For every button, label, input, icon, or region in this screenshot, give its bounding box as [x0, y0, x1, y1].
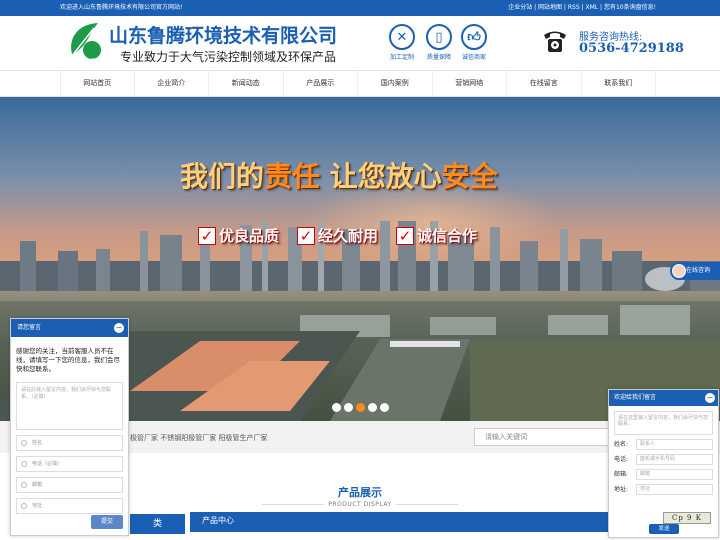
nav-cases[interactable]: 国内案例: [358, 71, 433, 96]
nav-contact[interactable]: 联系我们: [582, 71, 656, 96]
address-row: 地址: 地址: [614, 484, 713, 495]
nav-network[interactable]: 营销网络: [433, 71, 507, 96]
slide-dot-1[interactable]: [332, 403, 341, 412]
slide-dot-4[interactable]: [368, 403, 377, 412]
captcha-image[interactable]: Cp 9 K: [663, 512, 711, 524]
top-bar: 欢迎进入山东鲁腾环境技术有限公司官方网站! 企业分站 | 网站地图 | RSS …: [0, 0, 720, 16]
email-row: 邮箱: 邮箱: [614, 469, 713, 480]
email-input[interactable]: 邮箱: [636, 469, 713, 480]
widget-header[interactable]: 请您留言 −: [11, 319, 128, 337]
slide-dot-5[interactable]: [380, 403, 389, 412]
message-textarea[interactable]: 请在此输入留言内容，我们会尽快与您联系。（必填）: [16, 382, 123, 430]
name-input[interactable]: 联系人: [636, 439, 713, 450]
wrench-icon: ✕: [389, 24, 415, 50]
user-icon: [21, 440, 27, 446]
hotline-number: 0536-4729188: [579, 41, 684, 56]
agent-avatar: [672, 264, 686, 278]
email-field[interactable]: 邮箱: [16, 477, 123, 493]
thumbs-up-icon: 👍︎: [461, 24, 487, 50]
minimize-icon[interactable]: −: [705, 393, 715, 403]
nav-message[interactable]: 在线留言: [507, 71, 582, 96]
shield-icon: ▯: [426, 24, 452, 50]
main-nav: 网站首页 企业简介 新闻动态 产品展示 国内案例 营销网络 在线留言 联系我们: [0, 70, 720, 97]
badge-trust: 👍︎ 诚信商家: [459, 24, 489, 61]
hot-keywords[interactable]: 极管厂家 不锈钢阳极管厂家 阳极管生产厂家: [130, 433, 267, 443]
phone-input[interactable]: 座机或手机号码: [636, 454, 713, 465]
telephone-icon: [544, 31, 566, 52]
widget-header[interactable]: 欢迎给我们留言 −: [609, 390, 718, 406]
feature-durable: ✓ 经久耐用: [297, 225, 378, 246]
logo-text: 鲁腾: [85, 59, 98, 66]
phone-field[interactable]: 电话（必填）: [16, 456, 123, 472]
slide-indicators: [332, 403, 389, 412]
minimize-icon[interactable]: −: [114, 323, 124, 333]
badge-custom: ✕ 加工定制: [387, 24, 417, 61]
address-input[interactable]: 地址: [636, 484, 713, 495]
checkmark-icon: ✓: [297, 226, 316, 245]
name-field[interactable]: 姓名: [16, 435, 123, 451]
submit-button[interactable]: 提交: [91, 515, 123, 529]
company-name: 山东鲁腾环境技术有限公司: [109, 25, 338, 47]
address-field[interactable]: 地址: [16, 498, 123, 514]
feature-quality: ✓ 优良品质: [198, 225, 279, 246]
banner-features: ✓ 优良品质 ✓ 经久耐用 ✓ 诚信合作: [198, 225, 477, 246]
leave-message-widget: 请您留言 − 感谢您的关注，当前客服人员不在线，请填写一下您的信息，我们会尽快和…: [10, 318, 129, 536]
search-input[interactable]: 请输入关键词: [474, 428, 610, 446]
nav-products[interactable]: 产品展示: [284, 71, 358, 96]
leaf-logo-icon[interactable]: [66, 20, 106, 60]
checkmark-icon: ✓: [198, 226, 216, 245]
location-icon: [21, 503, 27, 509]
phone-icon: [21, 461, 27, 467]
site-header: 鲁腾 山东鲁腾环境技术有限公司 专业致力于大气污染控制领域及环保产品 ✕ 加工定…: [0, 16, 720, 70]
company-slogan: 专业致力于大气污染控制领域及环保产品: [120, 50, 337, 64]
message-textarea[interactable]: 请在这里输入留言内容，我们会尽快与您联系。: [614, 411, 713, 435]
name-row: 姓名: 联系人: [614, 439, 713, 450]
banner-headline: 我们的责任 让您放心安全: [180, 160, 498, 193]
welcome-text: 欢迎进入山东鲁腾环境技术有限公司官方网站!: [60, 4, 183, 11]
category-header: 类: [130, 514, 185, 534]
feature-integrity: ✓ 诚信合作: [396, 225, 477, 246]
slide-dot-2[interactable]: [344, 403, 353, 412]
mail-icon: [21, 482, 27, 488]
nav-about[interactable]: 企业简介: [135, 71, 209, 96]
send-button[interactable]: 发送: [649, 524, 679, 534]
nav-news[interactable]: 新闻动态: [209, 71, 284, 96]
phone-row: 电话: 座机或手机号码: [614, 454, 713, 465]
nav-home[interactable]: 网站首页: [60, 71, 135, 96]
top-links[interactable]: 企业分站 | 网站地图 | RSS | XML | 您有10条询盘信息!: [508, 0, 656, 16]
online-consult-button[interactable]: 在线咨询: [670, 262, 720, 280]
slide-dot-3[interactable]: [356, 403, 365, 412]
checkmark-icon: ✓: [396, 226, 415, 245]
badge-quality: ▯ 质量保障: [424, 24, 454, 61]
offline-message: 感谢您的关注，当前客服人员不在线，请填写一下您的信息，我们会尽快和您联系。: [16, 347, 120, 373]
